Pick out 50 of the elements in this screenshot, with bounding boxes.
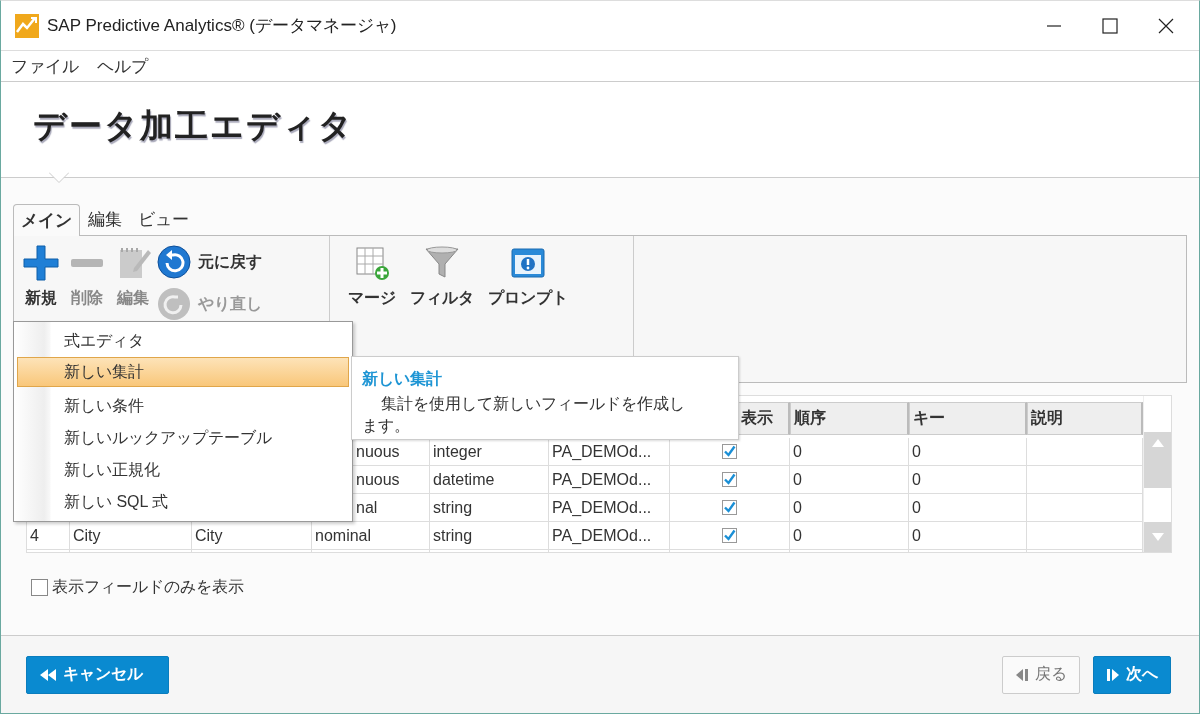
- tab[interactable]: ビュー: [130, 203, 197, 235]
- checkbox-label: 表示フィールドのみを表示: [52, 577, 244, 597]
- column-header: 順序: [790, 402, 909, 435]
- undo-icon: [156, 244, 192, 280]
- ribbon-button[interactable]: 新規: [18, 242, 64, 311]
- table-cell: 0: [790, 466, 909, 494]
- column-header: キー: [909, 402, 1027, 435]
- checkbox[interactable]: [31, 579, 48, 596]
- menu-item[interactable]: 式エディタ: [17, 324, 349, 356]
- tab[interactable]: メイン: [13, 204, 80, 236]
- step-forward-icon: [1106, 667, 1120, 682]
- ribbon-button[interactable]: マージ: [344, 242, 400, 311]
- ribbon-button[interactable]: 元に戻す: [156, 244, 262, 280]
- column-header: 説明: [1027, 402, 1143, 435]
- ribbon-button[interactable]: プロンプト: [484, 242, 572, 311]
- table-cell: 0: [909, 522, 1027, 550]
- menu-item[interactable]: 新しい条件: [17, 389, 349, 421]
- table-cell: 0: [790, 494, 909, 522]
- checkbox[interactable]: [722, 500, 737, 515]
- menu-item[interactable]: ファイル: [11, 52, 79, 80]
- table-cell: 0: [909, 438, 1027, 466]
- table-cell: PA_DEMOd...: [549, 522, 670, 550]
- next-button[interactable]: 次へ: [1093, 655, 1171, 694]
- menu-item[interactable]: ヘルプ: [97, 52, 148, 80]
- table-cell: datetime: [430, 466, 549, 494]
- page-title: データ加工エディタ: [33, 106, 354, 146]
- checkbox[interactable]: [722, 444, 737, 459]
- redo-icon: [156, 286, 192, 322]
- tooltip-title: 新しい集計: [362, 369, 443, 389]
- checkbox[interactable]: [722, 472, 737, 487]
- step-back-icon: [1015, 667, 1029, 682]
- table-cell: PA_DEMOd...: [549, 466, 670, 494]
- table-cell: 0: [909, 494, 1027, 522]
- window-title: SAP Predictive Analytics® (データマネージャ): [47, 15, 398, 37]
- cancel-button[interactable]: キャンセル: [26, 655, 169, 694]
- menu-item[interactable]: 新しい集計: [17, 357, 349, 387]
- table-cell: 0: [790, 438, 909, 466]
- grid-plus-icon: [353, 244, 391, 282]
- table-cell: string: [430, 494, 549, 522]
- table-cell: 0: [790, 522, 909, 550]
- table-cell: 0: [909, 466, 1027, 494]
- minus-icon: [71, 259, 103, 267]
- table-cell: string: [430, 522, 549, 550]
- checkbox[interactable]: [722, 528, 737, 543]
- ribbon-button[interactable]: フィルタ: [406, 242, 478, 311]
- tab[interactable]: 編集: [80, 203, 130, 235]
- rewind-icon: [39, 667, 57, 682]
- plus-icon: [22, 244, 60, 282]
- chart-logo-icon: [15, 13, 39, 38]
- table-cell: PA_DEMOd...: [549, 494, 670, 522]
